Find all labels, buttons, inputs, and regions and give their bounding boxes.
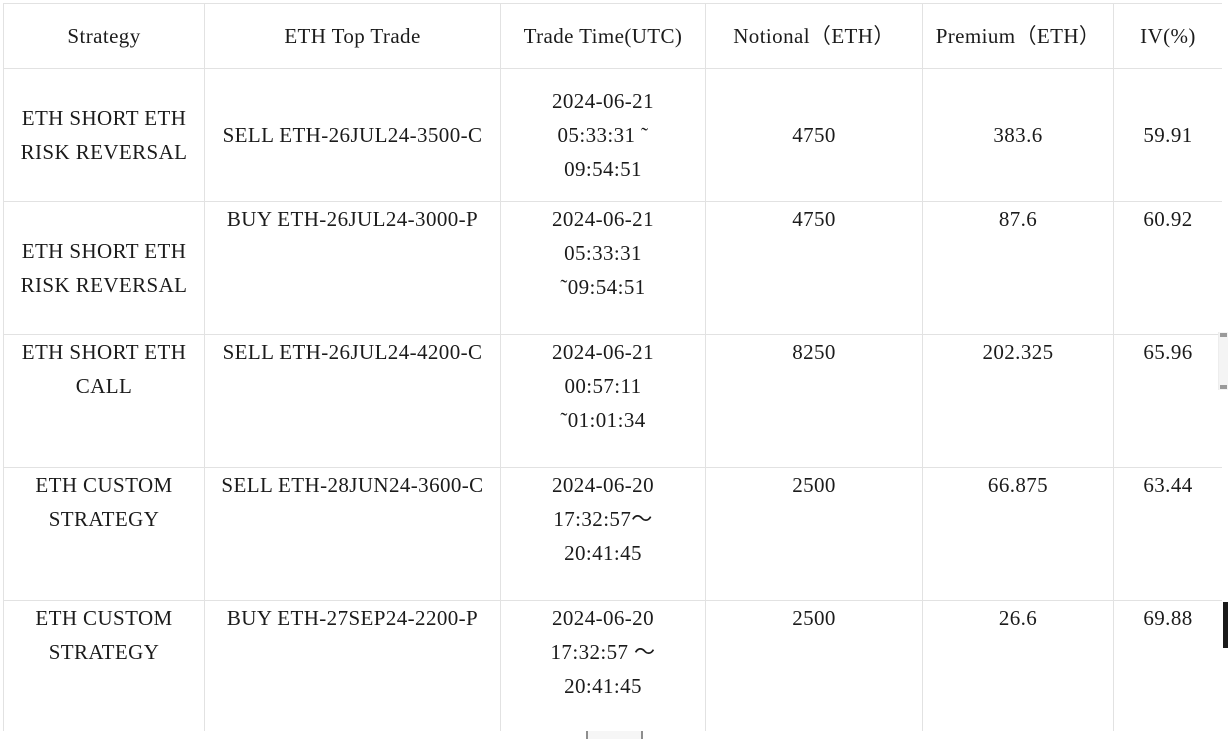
- cell-strategy-text: ETH CUSTOM STRATEGY: [35, 473, 173, 531]
- cell-strategy: ETH SHORT ETH RISK REVERSAL: [3, 201, 205, 335]
- cell-iv-text: 60.92: [1143, 207, 1193, 231]
- cell-notional-text: 2500: [792, 606, 836, 630]
- column-header-trade[interactable]: ETH Top Trade: [204, 3, 501, 69]
- cell-trade: SELL ETH-26JUL24-4200-C: [204, 334, 501, 468]
- cell-iv-text: 63.44: [1143, 473, 1193, 497]
- cell-iv: 59.91: [1113, 68, 1222, 202]
- cell-premium: 202.325: [922, 334, 1114, 468]
- cell-trade: BUY ETH-26JUL24-3000-P: [204, 201, 501, 335]
- cell-premium-text: 202.325: [982, 340, 1054, 364]
- cell-trade-text: SELL ETH-28JUN24-3600-C: [221, 473, 484, 497]
- cell-premium-text: 87.6: [998, 207, 1038, 231]
- cell-strategy: ETH SHORT ETH RISK REVERSAL: [3, 68, 205, 202]
- vertical-scrollbar-cap-bottom: [1220, 385, 1227, 389]
- cell-notional: 4750: [705, 68, 923, 202]
- cell-strategy-text: ETH SHORT ETH RISK REVERSAL: [20, 239, 188, 297]
- cell-premium: 26.6: [922, 600, 1114, 731]
- cell-iv: 63.44: [1113, 467, 1222, 601]
- cell-trade-text: BUY ETH-26JUL24-3000-P: [226, 207, 479, 231]
- header-row: Strategy ETH Top Trade Trade Time(UTC) N…: [3, 3, 1222, 69]
- cell-premium-text: 383.6: [993, 123, 1043, 147]
- cell-premium-text: 26.6: [998, 606, 1038, 630]
- cell-premium: 66.875: [922, 467, 1114, 601]
- cell-time: 2024-06-21 05:33:31 ˜ 09:54:51: [500, 68, 706, 202]
- horizontal-scrollbar-track[interactable]: [0, 731, 1230, 739]
- table-row[interactable]: ETH CUSTOM STRATEGY SELL ETH-28JUN24-360…: [3, 467, 1222, 601]
- table-row[interactable]: ETH SHORT ETH RISK REVERSAL SELL ETH-26J…: [3, 68, 1222, 202]
- table-header: Strategy ETH Top Trade Trade Time(UTC) N…: [3, 3, 1222, 69]
- cell-strategy: ETH CUSTOM STRATEGY: [3, 600, 205, 731]
- cell-notional-text: 8250: [792, 340, 836, 364]
- cell-iv: 69.88: [1113, 600, 1222, 731]
- cell-premium: 87.6: [922, 201, 1114, 335]
- cell-time: 2024-06-21 00:57:11 ˜01:01:34: [500, 334, 706, 468]
- cell-notional-text: 4750: [792, 207, 836, 231]
- cell-time-text: 2024-06-21 05:33:31 ˜09:54:51: [552, 207, 654, 299]
- vertical-scrollbar-track[interactable]: [1218, 332, 1228, 390]
- vertical-scrollbar-cap-top: [1220, 333, 1227, 337]
- cell-time: 2024-06-20 17:32:57〜 20:41:45: [500, 467, 706, 601]
- cell-trade: BUY ETH-27SEP24-2200-P: [204, 600, 501, 731]
- cell-strategy: ETH CUSTOM STRATEGY: [3, 467, 205, 601]
- horizontal-scrollbar-thumb[interactable]: [586, 731, 643, 739]
- cell-time-text: 2024-06-21 05:33:31 ˜ 09:54:51: [552, 89, 654, 181]
- cell-iv: 65.96: [1113, 334, 1222, 468]
- cell-iv-text: 59.91: [1143, 123, 1193, 147]
- cell-iv-text: 69.88: [1143, 606, 1193, 630]
- column-header-strategy[interactable]: Strategy: [3, 3, 205, 69]
- column-header-premium-label: Premium（ETH）: [935, 24, 1101, 48]
- cell-trade-text: SELL ETH-26JUL24-4200-C: [222, 340, 483, 364]
- cell-strategy: ETH SHORT ETH CALL: [3, 334, 205, 468]
- cell-time-text: 2024-06-20 17:32:57〜 20:41:45: [552, 473, 654, 565]
- column-header-iv[interactable]: IV(%): [1113, 3, 1222, 69]
- cell-notional-text: 4750: [792, 123, 836, 147]
- cell-strategy-text: ETH CUSTOM STRATEGY: [35, 606, 173, 664]
- cell-time: 2024-06-21 05:33:31 ˜09:54:51: [500, 201, 706, 335]
- cell-trade-text: SELL ETH-26JUL24-3500-C: [222, 123, 483, 147]
- cell-strategy-text: ETH SHORT ETH RISK REVERSAL: [20, 106, 188, 164]
- cell-iv: 60.92: [1113, 201, 1222, 335]
- cell-notional-text: 2500: [792, 473, 836, 497]
- column-header-notional[interactable]: Notional（ETH）: [705, 3, 923, 69]
- cell-trade: SELL ETH-28JUN24-3600-C: [204, 467, 501, 601]
- table-row[interactable]: ETH CUSTOM STRATEGY BUY ETH-27SEP24-2200…: [3, 600, 1222, 731]
- cell-premium: 383.6: [922, 68, 1114, 202]
- trade-table-page: Strategy ETH Top Trade Trade Time(UTC) N…: [0, 0, 1230, 739]
- cell-notional: 2500: [705, 467, 923, 601]
- column-header-strategy-label: Strategy: [67, 24, 141, 48]
- cell-trade-text: BUY ETH-27SEP24-2200-P: [226, 606, 479, 630]
- cell-time: 2024-06-20 17:32:57 〜 20:41:45: [500, 600, 706, 731]
- cell-trade: SELL ETH-26JUL24-3500-C: [204, 68, 501, 202]
- column-header-iv-label: IV(%): [1140, 24, 1196, 48]
- column-header-time[interactable]: Trade Time(UTC): [500, 3, 706, 69]
- table-row[interactable]: ETH SHORT ETH CALL SELL ETH-26JUL24-4200…: [3, 334, 1222, 468]
- column-header-notional-label: Notional（ETH）: [733, 24, 895, 48]
- cell-premium-text: 66.875: [987, 473, 1049, 497]
- cell-notional: 8250: [705, 334, 923, 468]
- cell-time-text: 2024-06-21 00:57:11 ˜01:01:34: [552, 340, 654, 432]
- table-viewport[interactable]: Strategy ETH Top Trade Trade Time(UTC) N…: [3, 3, 1222, 731]
- table-body: ETH SHORT ETH RISK REVERSAL SELL ETH-26J…: [3, 68, 1222, 731]
- column-header-time-label: Trade Time(UTC): [523, 24, 683, 48]
- cell-notional: 2500: [705, 600, 923, 731]
- table-row[interactable]: ETH SHORT ETH RISK REVERSAL BUY ETH-26JU…: [3, 201, 1222, 335]
- cell-iv-text: 65.96: [1143, 340, 1193, 364]
- column-header-trade-label: ETH Top Trade: [284, 24, 421, 48]
- cell-strategy-text: ETH SHORT ETH CALL: [21, 340, 187, 398]
- cell-notional: 4750: [705, 201, 923, 335]
- column-header-premium[interactable]: Premium（ETH）: [922, 3, 1114, 69]
- vertical-scrollbar-thumb[interactable]: [1223, 602, 1228, 648]
- cell-time-text: 2024-06-20 17:32:57 〜 20:41:45: [550, 606, 656, 698]
- eth-top-trade-table: Strategy ETH Top Trade Trade Time(UTC) N…: [3, 3, 1222, 731]
